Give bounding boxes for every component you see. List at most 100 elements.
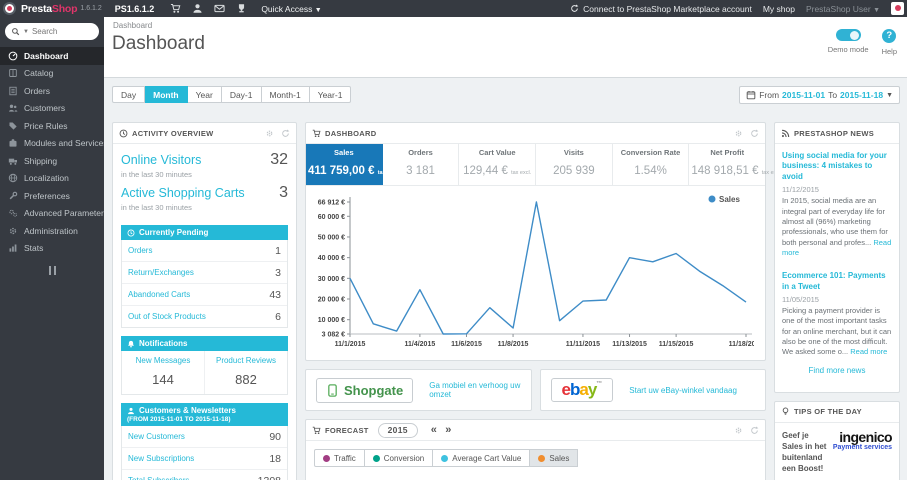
news-article-title[interactable]: Using social media for your business: 4 … [782, 151, 892, 182]
sidebar-item-orders[interactable]: Orders [0, 82, 104, 100]
cart-icon[interactable] [170, 3, 181, 14]
chevron-down-icon: ▼ [886, 91, 893, 99]
cart-icon [312, 129, 321, 138]
sidebar-item-administration[interactable]: Administration [0, 222, 104, 240]
sidebar-collapse-button[interactable] [48, 266, 56, 275]
marketplace-connect-link[interactable]: Connect to PrestaShop Marketplace accoun… [570, 4, 752, 14]
out-of-stock-link[interactable]: Out of Stock Products [128, 312, 206, 321]
forecast-panel: FORECAST 2015 « » Traffic Conversion Ave… [305, 419, 766, 480]
read-more-link[interactable]: Read more [850, 347, 887, 356]
orders-link[interactable]: Orders [128, 246, 152, 255]
clock-icon [119, 129, 128, 138]
new-customers-link[interactable]: New Customers [128, 432, 185, 441]
list-item: Return/Exchanges 3 [122, 262, 287, 284]
forecast-tabs: Traffic Conversion Average Cart Value Sa… [314, 449, 765, 467]
kpi-visits[interactable]: Visits 205 939 [536, 144, 613, 185]
help-label: Help [881, 47, 897, 56]
forecast-prev-button[interactable]: « [427, 424, 441, 436]
refresh-icon[interactable] [750, 426, 759, 435]
gear-icon[interactable] [265, 129, 274, 138]
sidebar-item-modules[interactable]: Modules and Services [0, 135, 104, 153]
product-reviews-cell[interactable]: Product Reviews 882 [205, 351, 287, 394]
date-from: 2015-11-01 [782, 90, 826, 100]
svg-text:60 000 €: 60 000 € [318, 214, 345, 221]
tab-traffic[interactable]: Traffic [314, 449, 365, 467]
sidebar-item-customers[interactable]: Customers [0, 100, 104, 118]
refresh-icon[interactable] [750, 129, 759, 138]
kpi-orders[interactable]: Orders 3 181 [383, 144, 460, 185]
sidebar-item-stats[interactable]: Stats [0, 240, 104, 258]
ebay-link[interactable]: Start uw eBay-winkel vandaag [629, 386, 737, 395]
period-day-button[interactable]: Day [112, 86, 146, 103]
sidebar-item-catalog[interactable]: Catalog [0, 65, 104, 83]
demo-mode-control: Demo mode [828, 29, 869, 54]
my-shop-link[interactable]: My shop [763, 4, 795, 14]
shopgate-link[interactable]: Ga mobiel en verhoog uw omzet [429, 381, 520, 399]
date-range-picker[interactable]: From 2015-11-01 To 2015-11-18 ▼ [739, 86, 900, 104]
ebay-logo: ebay™ [550, 377, 614, 403]
sidebar-item-dashboard[interactable]: Dashboard [0, 47, 104, 65]
online-visitors-link[interactable]: Online Visitors [121, 153, 201, 167]
help-icon[interactable]: ? [882, 29, 897, 43]
date-to: 2015-11-18 [840, 90, 884, 100]
gear-icon[interactable] [734, 426, 743, 435]
returns-link[interactable]: Return/Exchanges [128, 268, 194, 277]
period-day-1-button[interactable]: Day-1 [221, 86, 262, 103]
find-more-news-link[interactable]: Find more news [782, 358, 892, 385]
period-month-button[interactable]: Month [145, 86, 188, 103]
svg-text:11/15/2015: 11/15/2015 [659, 341, 694, 348]
svg-text:30 000 €: 30 000 € [318, 276, 345, 283]
svg-text:50 000 €: 50 000 € [318, 234, 345, 241]
page-title: Dashboard [112, 33, 205, 54]
quick-access-menu[interactable]: Quick Access ▼ [261, 4, 321, 14]
active-carts-link[interactable]: Active Shopping Carts [121, 186, 245, 200]
trophy-icon[interactable] [236, 3, 247, 14]
svg-text:Sales: Sales [719, 195, 740, 204]
search-input[interactable] [31, 27, 90, 36]
shopgate-logo: Shopgate [316, 377, 414, 403]
kpi-conversion-rate[interactable]: Conversion Rate 1.54% [613, 144, 690, 185]
gear-icon[interactable] [734, 129, 743, 138]
period-month-1-button[interactable]: Month-1 [261, 86, 310, 103]
customers-quick-icon[interactable] [192, 3, 203, 14]
catalog-icon [8, 68, 18, 78]
sidebar-item-shipping[interactable]: Shipping [0, 152, 104, 170]
sidebar-search[interactable]: ▼ [5, 23, 99, 40]
tab-sales[interactable]: Sales [530, 449, 579, 467]
new-messages-cell[interactable]: New Messages 144 [122, 351, 205, 394]
abandoned-carts-link[interactable]: Abandoned Carts [128, 290, 190, 299]
sidebar-item-advanced-parameters[interactable]: Advanced Parameters [0, 205, 104, 223]
phone-icon [326, 383, 339, 398]
sidebar-item-localization[interactable]: Localization [0, 170, 104, 188]
news-article-title[interactable]: Ecommerce 101: Payments in a Tweet [782, 271, 892, 292]
forecast-next-button[interactable]: » [441, 424, 455, 436]
period-year-1-button[interactable]: Year-1 [309, 86, 352, 103]
filter-row: Day Month Year Day-1 Month-1 Year-1 From… [112, 86, 900, 104]
sidebar-item-preferences[interactable]: Preferences [0, 187, 104, 205]
news-article-date: 11/05/2015 [782, 295, 819, 305]
sidebar-item-price-rules[interactable]: Price Rules [0, 117, 104, 135]
refresh-icon[interactable] [281, 129, 290, 138]
average-cart-value-dot-icon [441, 454, 449, 462]
breadcrumb: Dashboard [113, 21, 153, 30]
demo-mode-toggle[interactable] [835, 29, 861, 41]
tab-conversion[interactable]: Conversion [364, 449, 434, 467]
chevron-down-icon[interactable]: ▼ [23, 29, 29, 35]
user-menu[interactable]: PrestaShop User ▼ [806, 4, 880, 14]
conversion-dot-icon [372, 454, 380, 462]
new-subscriptions-link[interactable]: New Subscriptions [128, 454, 194, 463]
svg-text:11/13/2015: 11/13/2015 [612, 341, 647, 348]
chevron-down-icon: ▼ [314, 6, 322, 14]
active-carts-sub: in the last 30 minutes [121, 203, 192, 212]
search-icon[interactable] [11, 27, 20, 36]
kpi-net-profit[interactable]: Net Profit 148 918,51 € tax excl. [689, 144, 782, 185]
period-year-button[interactable]: Year [187, 86, 222, 103]
svg-text:20 000 €: 20 000 € [318, 297, 345, 304]
avatar[interactable] [891, 2, 904, 15]
tab-average-cart-value[interactable]: Average Cart Value [433, 449, 531, 467]
total-subscribers-link[interactable]: Total Subscribers [128, 476, 189, 480]
kpi-cart-value[interactable]: Cart Value 129,44 € tax excl. [459, 144, 537, 185]
news-panel-title: PRESTASHOP NEWS [794, 128, 875, 138]
messages-icon[interactable] [214, 3, 225, 14]
kpi-sales[interactable]: Sales 411 759,00 € tax excl. [306, 144, 399, 185]
